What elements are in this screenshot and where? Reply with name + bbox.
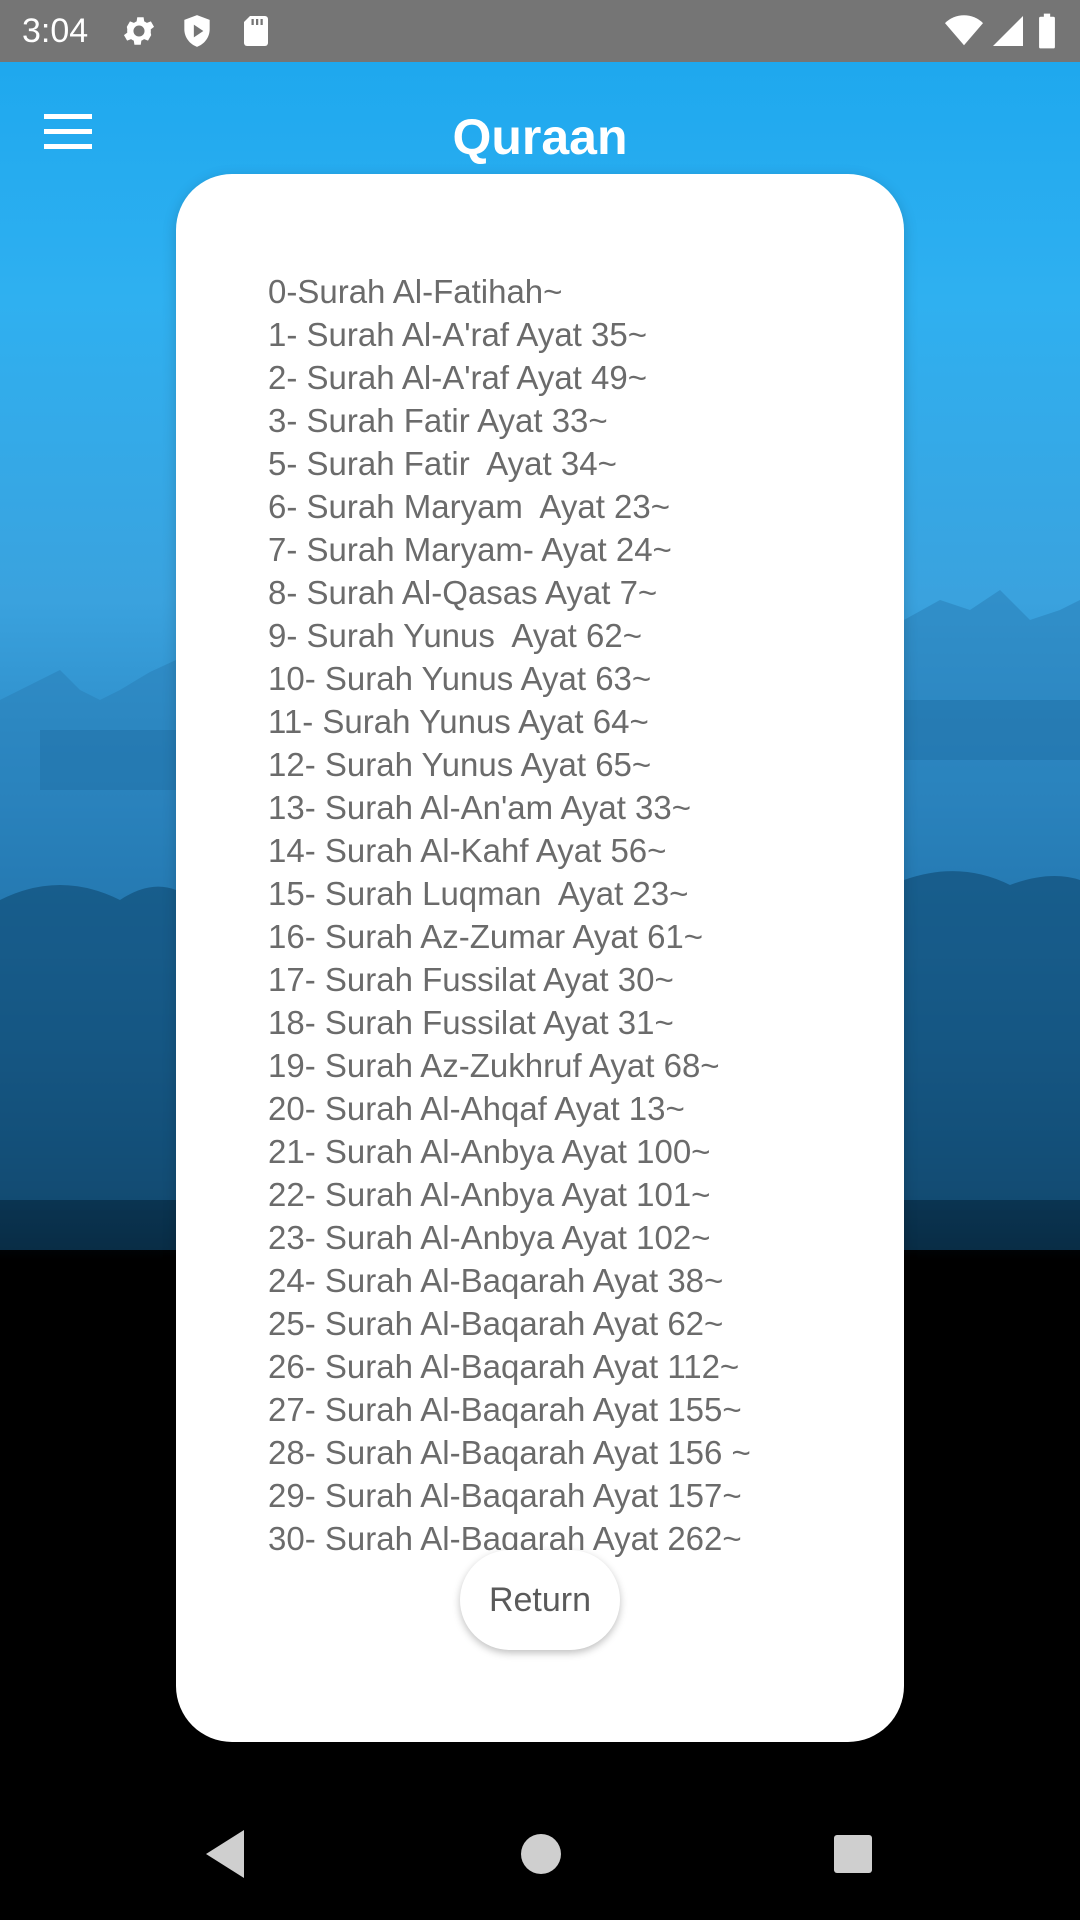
verse-list-item[interactable]: 29- Surah Al-Baqarah Ayat 157~ bbox=[268, 1474, 848, 1517]
verse-list-item[interactable]: 11- Surah Yunus Ayat 64~ bbox=[268, 700, 848, 743]
verse-list: 0-Surah Al-Fatihah~ 1- Surah Al-A'raf Aya… bbox=[268, 270, 848, 1560]
verse-list-item[interactable]: 15- Surah Luqman Ayat 23~ bbox=[268, 872, 848, 915]
status-bar: 3:04 bbox=[0, 0, 1080, 62]
verse-list-item[interactable]: 2- Surah Al-A'raf Ayat 49~ bbox=[268, 356, 848, 399]
return-button[interactable]: Return bbox=[460, 1550, 620, 1650]
verse-list-item[interactable]: 10- Surah Yunus Ayat 63~ bbox=[268, 657, 848, 700]
verse-list-item[interactable]: 0-Surah Al-Fatihah~ bbox=[268, 270, 848, 313]
verse-list-item[interactable]: 6- Surah Maryam Ayat 23~ bbox=[268, 485, 848, 528]
app-screen: 3:04 Quraan 0-Surah Al-Fatihah~ 1- Surah… bbox=[0, 0, 1080, 1920]
verse-list-item[interactable]: 19- Surah Az-Zukhruf Ayat 68~ bbox=[268, 1044, 848, 1087]
app-title: Quraan bbox=[452, 109, 628, 165]
verse-list-item[interactable]: 8- Surah Al-Qasas Ayat 7~ bbox=[268, 571, 848, 614]
verse-list-item[interactable]: 26- Surah Al-Baqarah Ayat 112~ bbox=[268, 1345, 848, 1388]
verse-list-item[interactable]: 18- Surah Fussilat Ayat 31~ bbox=[268, 1001, 848, 1044]
verse-list-item[interactable]: 3- Surah Fatir Ayat 33~ bbox=[268, 399, 848, 442]
verse-list-item[interactable]: 14- Surah Al-Kahf Ayat 56~ bbox=[268, 829, 848, 872]
verse-list-item[interactable]: 5- Surah Fatir Ayat 34~ bbox=[268, 442, 848, 485]
signal-icon bbox=[990, 12, 1026, 55]
shield-play-icon bbox=[178, 12, 216, 55]
verse-list-item[interactable]: 13- Surah Al-An'am Ayat 33~ bbox=[268, 786, 848, 829]
verse-list-item[interactable]: 20- Surah Al-Ahqaf Ayat 13~ bbox=[268, 1087, 848, 1130]
gear-icon bbox=[120, 12, 158, 55]
verse-list-item[interactable]: 7- Surah Maryam- Ayat 24~ bbox=[268, 528, 848, 571]
verse-card: 0-Surah Al-Fatihah~ 1- Surah Al-A'raf Aya… bbox=[176, 174, 904, 1742]
verse-list-scroll[interactable]: 0-Surah Al-Fatihah~ 1- Surah Al-A'raf Aya… bbox=[268, 270, 848, 1640]
verse-list-item[interactable]: 27- Surah Al-Baqarah Ayat 155~ bbox=[268, 1388, 848, 1431]
recents-square-icon[interactable] bbox=[828, 1826, 878, 1887]
verse-list-item[interactable]: 16- Surah Az-Zumar Ayat 61~ bbox=[268, 915, 848, 958]
battery-icon bbox=[1036, 12, 1058, 55]
verse-list-item[interactable]: 17- Surah Fussilat Ayat 30~ bbox=[268, 958, 848, 1001]
navigation-bar bbox=[0, 1788, 1080, 1920]
verse-list-item[interactable]: 25- Surah Al-Baqarah Ayat 62~ bbox=[268, 1302, 848, 1345]
verse-list-item[interactable]: 1- Surah Al-A'raf Ayat 35~ bbox=[268, 313, 848, 356]
verse-list-item[interactable]: 9- Surah Yunus Ayat 62~ bbox=[268, 614, 848, 657]
verse-list-item[interactable]: 24- Surah Al-Baqarah Ayat 38~ bbox=[268, 1259, 848, 1302]
back-triangle-icon[interactable] bbox=[200, 1826, 250, 1887]
verse-list-item[interactable]: 28- Surah Al-Baqarah Ayat 156 ~ bbox=[268, 1431, 848, 1474]
wifi-icon bbox=[944, 12, 984, 55]
verse-list-item[interactable]: 23- Surah Al-Anbya Ayat 102~ bbox=[268, 1216, 848, 1259]
verse-list-item[interactable]: 21- Surah Al-Anbya Ayat 100~ bbox=[268, 1130, 848, 1173]
home-circle-icon[interactable] bbox=[516, 1826, 566, 1887]
verse-list-item[interactable]: 12- Surah Yunus Ayat 65~ bbox=[268, 743, 848, 786]
verse-list-item[interactable]: 22- Surah Al-Anbya Ayat 101~ bbox=[268, 1173, 848, 1216]
sd-card-icon bbox=[238, 12, 274, 55]
status-time: 3:04 bbox=[22, 12, 89, 50]
